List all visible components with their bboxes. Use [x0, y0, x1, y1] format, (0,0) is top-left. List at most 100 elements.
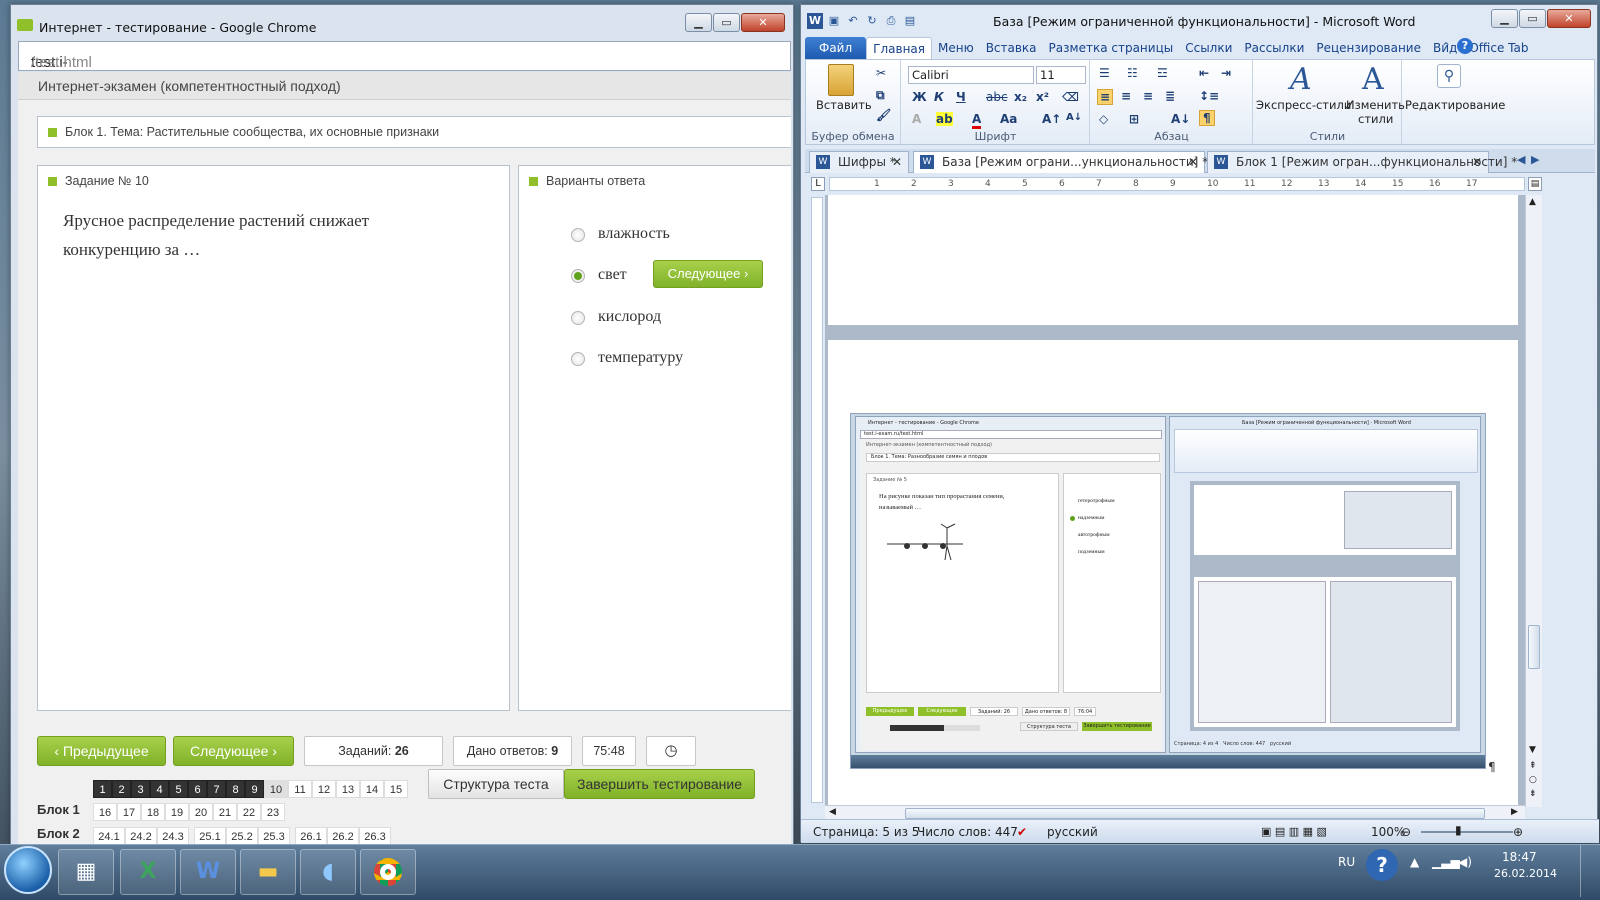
scroll-up-icon[interactable]: ▲ [1529, 197, 1536, 207]
question-nav-item[interactable]: 5 [169, 780, 188, 798]
close-tab-icon[interactable]: ✕ [1188, 155, 1198, 169]
document-tab[interactable]: W Блок 1 [Режим огран...функциональности]… [1207, 151, 1517, 173]
strikethrough-icon[interactable]: abc [986, 90, 1008, 104]
change-styles-label-1[interactable]: Изменить [1346, 98, 1405, 112]
excel-icon[interactable]: X [120, 849, 176, 895]
font-size-field[interactable]: 11 [1036, 66, 1086, 84]
editing-label[interactable]: Редактирование [1405, 98, 1505, 112]
multilevel-list-icon[interactable]: ☲ [1157, 66, 1168, 80]
radio-button-checked[interactable] [571, 269, 585, 283]
font-color-icon[interactable]: A [972, 112, 982, 129]
view-ruler-icon[interactable]: ▤ [1528, 177, 1542, 191]
scroll-thumb[interactable] [1528, 625, 1540, 669]
question-nav-item[interactable]: 26.1 [295, 827, 327, 845]
question-nav-item[interactable]: 25.1 [194, 827, 226, 845]
quick-styles-icon[interactable]: A [1290, 62, 1312, 97]
close-tab-icon[interactable]: ✕ [892, 155, 902, 169]
highlight-icon[interactable]: ab [936, 112, 953, 126]
question-nav-item[interactable]: 1 [93, 780, 112, 798]
ribbon-tab[interactable]: Рецензирование [1310, 37, 1427, 59]
tab-stop-selector[interactable]: L [811, 177, 825, 191]
ribbon-tab[interactable]: Файл [805, 37, 867, 59]
change-case-icon[interactable]: Aa [1000, 112, 1017, 126]
ribbon-tab[interactable]: Меню [932, 37, 980, 59]
status-language[interactable]: русский [1047, 825, 1098, 839]
maximize-button[interactable]: ▭ [1519, 9, 1546, 28]
question-nav-item[interactable]: 15 [384, 780, 408, 798]
question-nav-item[interactable]: 13 [336, 780, 360, 798]
question-nav-item[interactable]: 16 [93, 803, 117, 821]
question-nav-item[interactable]: 25.2 [226, 827, 258, 845]
question-nav-item[interactable]: 26.3 [359, 827, 391, 845]
italic-icon[interactable]: К [934, 90, 944, 104]
question-nav-item[interactable]: 7 [207, 780, 226, 798]
structure-button[interactable]: Структура теста [428, 769, 564, 799]
zoom-in-icon[interactable]: ⊕ [1513, 825, 1523, 839]
shading-icon[interactable]: ◇ [1099, 112, 1108, 126]
open-icon[interactable]: ▤ [902, 13, 918, 29]
question-nav-item[interactable]: 24.3 [157, 827, 189, 845]
clock-date[interactable]: 26.02.2014 [1494, 867, 1557, 880]
horizontal-ruler[interactable]: 1 2 3 4 5 6 7 8 9 10 11 12 13 14 15 16 17 [829, 177, 1525, 191]
prev-page-icon[interactable]: ⇞ [1529, 761, 1537, 771]
document-area[interactable]: Интернет - тестирование - Google Chrome … [825, 195, 1525, 807]
question-nav-item[interactable]: 20 [189, 803, 213, 821]
save-icon[interactable]: ▣ [826, 13, 842, 29]
underline-icon[interactable]: Ч [956, 90, 966, 104]
paste-icon[interactable] [828, 64, 854, 96]
question-nav-item[interactable]: 14 [360, 780, 384, 798]
zoom-slider[interactable] [1421, 831, 1513, 833]
quick-styles-label[interactable]: Экспресс-стили [1256, 98, 1351, 112]
zoom-slider-thumb[interactable]: ▮ [1455, 823, 1462, 837]
close-tab-icon[interactable]: ✕ [1472, 155, 1482, 169]
decrease-indent-icon[interactable]: ⇤ [1199, 66, 1209, 80]
minimize-button[interactable]: ▁ [685, 13, 712, 32]
question-nav-item[interactable]: 3 [131, 780, 150, 798]
ribbon-tab[interactable]: Рассылки [1238, 37, 1310, 59]
question-nav-item[interactable]: 26.2 [327, 827, 359, 845]
finish-button[interactable]: Завершить тестирование [564, 769, 755, 799]
view-buttons-icon[interactable]: ▣ ▤ ▥ ▦ ▧ [1261, 825, 1327, 838]
question-nav-item[interactable]: 19 [165, 803, 189, 821]
align-left-icon[interactable]: ≡ [1097, 89, 1114, 105]
scroll-right-icon[interactable]: ▶ [1511, 807, 1518, 817]
increase-indent-icon[interactable]: ⇥ [1221, 66, 1231, 80]
bullets-icon[interactable]: ☰ [1099, 66, 1110, 80]
grow-font-icon[interactable]: A↑ [1042, 112, 1061, 126]
hscroll-thumb[interactable] [905, 808, 1485, 819]
ribbon-tab[interactable]: Главная [866, 37, 932, 59]
radio-button[interactable] [571, 228, 585, 242]
status-page[interactable]: Страница: 5 из 5 [813, 825, 919, 839]
clock-icon[interactable]: ◷ [646, 736, 696, 766]
clock-time[interactable]: 18:47 [1502, 850, 1537, 864]
minimize-button[interactable]: ▁ [1491, 9, 1518, 28]
question-nav-item[interactable]: 4 [150, 780, 169, 798]
scroll-down-icon[interactable]: ▼ [1529, 745, 1536, 755]
show-marks-icon[interactable]: ¶ [1199, 110, 1215, 126]
next-page-icon[interactable]: ⇟ [1529, 789, 1537, 799]
question-nav-item[interactable]: 24.1 [93, 827, 125, 845]
tray-arrow-icon[interactable]: ▲ [1410, 855, 1419, 869]
question-nav-item[interactable]: 2 [112, 780, 131, 798]
question-nav-item[interactable]: 25.3 [258, 827, 290, 845]
radio-button[interactable] [571, 311, 585, 325]
prev-button[interactable]: ‹ Предыдущее [37, 736, 166, 766]
address-bar[interactable]: test.i-exam.ru/test.html [18, 41, 791, 88]
tab-scroll-right-icon[interactable]: ▶ [1531, 153, 1539, 166]
sort-icon[interactable]: A↓ [1171, 112, 1190, 126]
subscript-icon[interactable]: x₂ [1014, 90, 1027, 104]
status-words[interactable]: Число слов: 447 [917, 825, 1018, 839]
change-styles-label-2[interactable]: стили [1358, 112, 1393, 126]
document-tab[interactable]: W Шифры * ✕ [809, 151, 909, 173]
volume-icon[interactable]: ◀) [1458, 855, 1472, 869]
ribbon-tab[interactable]: Ссылки [1179, 37, 1238, 59]
copy-icon[interactable]: ⧉ [876, 88, 885, 103]
calculator-icon[interactable]: ▦ [58, 849, 114, 895]
scroll-left-icon[interactable]: ◀ [829, 807, 836, 817]
binoculars-icon[interactable]: ⚲ [1437, 64, 1461, 88]
radio-button[interactable] [571, 352, 585, 366]
embedded-screenshot[interactable]: Интернет - тестирование - Google Chrome … [850, 413, 1486, 769]
numbering-icon[interactable]: ☷ [1127, 66, 1138, 80]
clear-format-icon[interactable]: ⌫ [1062, 90, 1079, 104]
change-styles-icon[interactable]: A [1362, 62, 1384, 97]
